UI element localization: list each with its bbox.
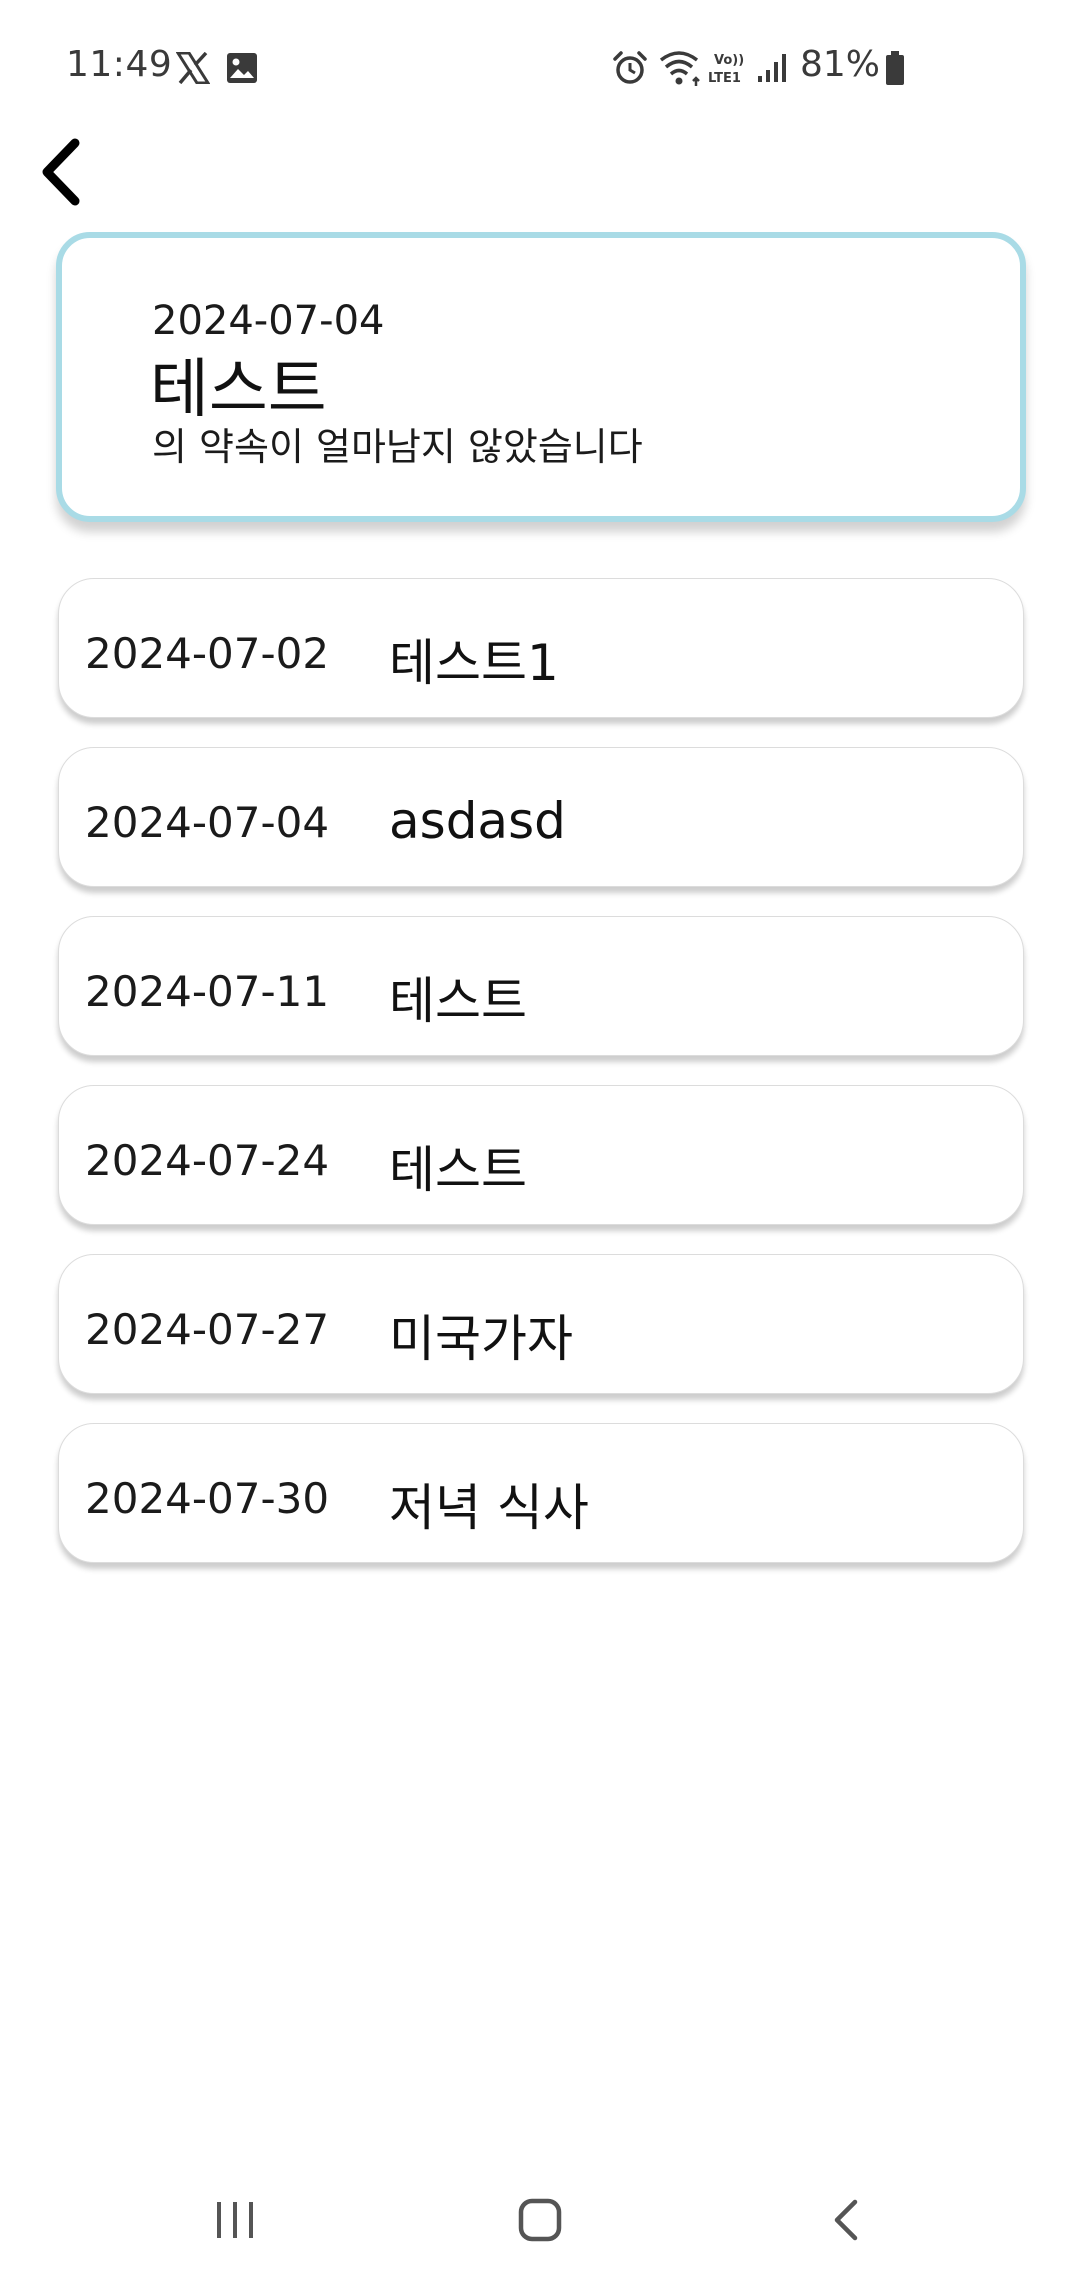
svg-text:LTE1: LTE1	[708, 71, 741, 86]
appointment-title: 테스트1	[389, 634, 559, 692]
system-back-button[interactable]	[806, 2190, 886, 2250]
upcoming-message: 의 약속이 얼마남지 않았습니다	[152, 425, 643, 469]
wifi-icon	[659, 51, 700, 86]
appointment-date: 2024-07-27	[85, 1305, 330, 1354]
appointment-item[interactable]: 2024-07-04 asdasd	[58, 747, 1024, 887]
appointment-date: 2024-07-02	[85, 629, 330, 678]
appointment-item[interactable]: 2024-07-02 테스트1	[58, 578, 1024, 718]
back-button[interactable]	[28, 130, 92, 214]
volte-icon: Vo)) LTE1	[708, 53, 744, 86]
svg-text:Vo)): Vo))	[714, 53, 744, 68]
chevron-left-icon	[42, 138, 80, 206]
appointment-item[interactable]: 2024-07-30 저녁 식사	[58, 1423, 1024, 1563]
back-icon	[834, 2199, 858, 2241]
appointment-date: 2024-07-24	[85, 1136, 330, 1185]
status-bar: 11:49 Vo)) LTE1 81%	[0, 0, 1080, 136]
appointment-title: 테스트	[389, 972, 527, 1030]
appointment-title: 테스트	[389, 1141, 527, 1199]
x-app-icon	[176, 52, 210, 84]
signal-icon	[758, 54, 786, 82]
battery-icon	[886, 51, 904, 85]
appointment-list: 2024-07-02 테스트1 2024-07-04 asdasd 2024-0…	[58, 578, 1024, 1592]
appointment-date: 2024-07-11	[85, 967, 330, 1016]
appointment-title: 미국가자	[389, 1310, 573, 1368]
appointment-item[interactable]: 2024-07-27 미국가자	[58, 1254, 1024, 1394]
status-time: 11:49	[66, 44, 173, 85]
appointment-item[interactable]: 2024-07-11 테스트	[58, 916, 1024, 1056]
recent-apps-icon	[217, 2202, 253, 2238]
appointment-date: 2024-07-04	[85, 798, 330, 847]
appointment-item[interactable]: 2024-07-24 테스트	[58, 1085, 1024, 1225]
home-icon	[518, 2198, 562, 2242]
home-button[interactable]	[500, 2190, 580, 2250]
upcoming-appointment-card: 2024-07-04 테스트 의 약속이 얼마남지 않았습니다	[56, 232, 1026, 522]
battery-percent: 81%	[800, 44, 881, 85]
gallery-icon	[227, 53, 257, 83]
system-nav-bar	[0, 2160, 1080, 2280]
appointment-title: asdasd	[389, 792, 566, 850]
appointment-title: 저녁 식사	[389, 1479, 589, 1537]
recent-apps-button[interactable]	[195, 2190, 275, 2250]
alarm-icon	[613, 51, 647, 84]
appointment-date: 2024-07-30	[85, 1474, 330, 1523]
